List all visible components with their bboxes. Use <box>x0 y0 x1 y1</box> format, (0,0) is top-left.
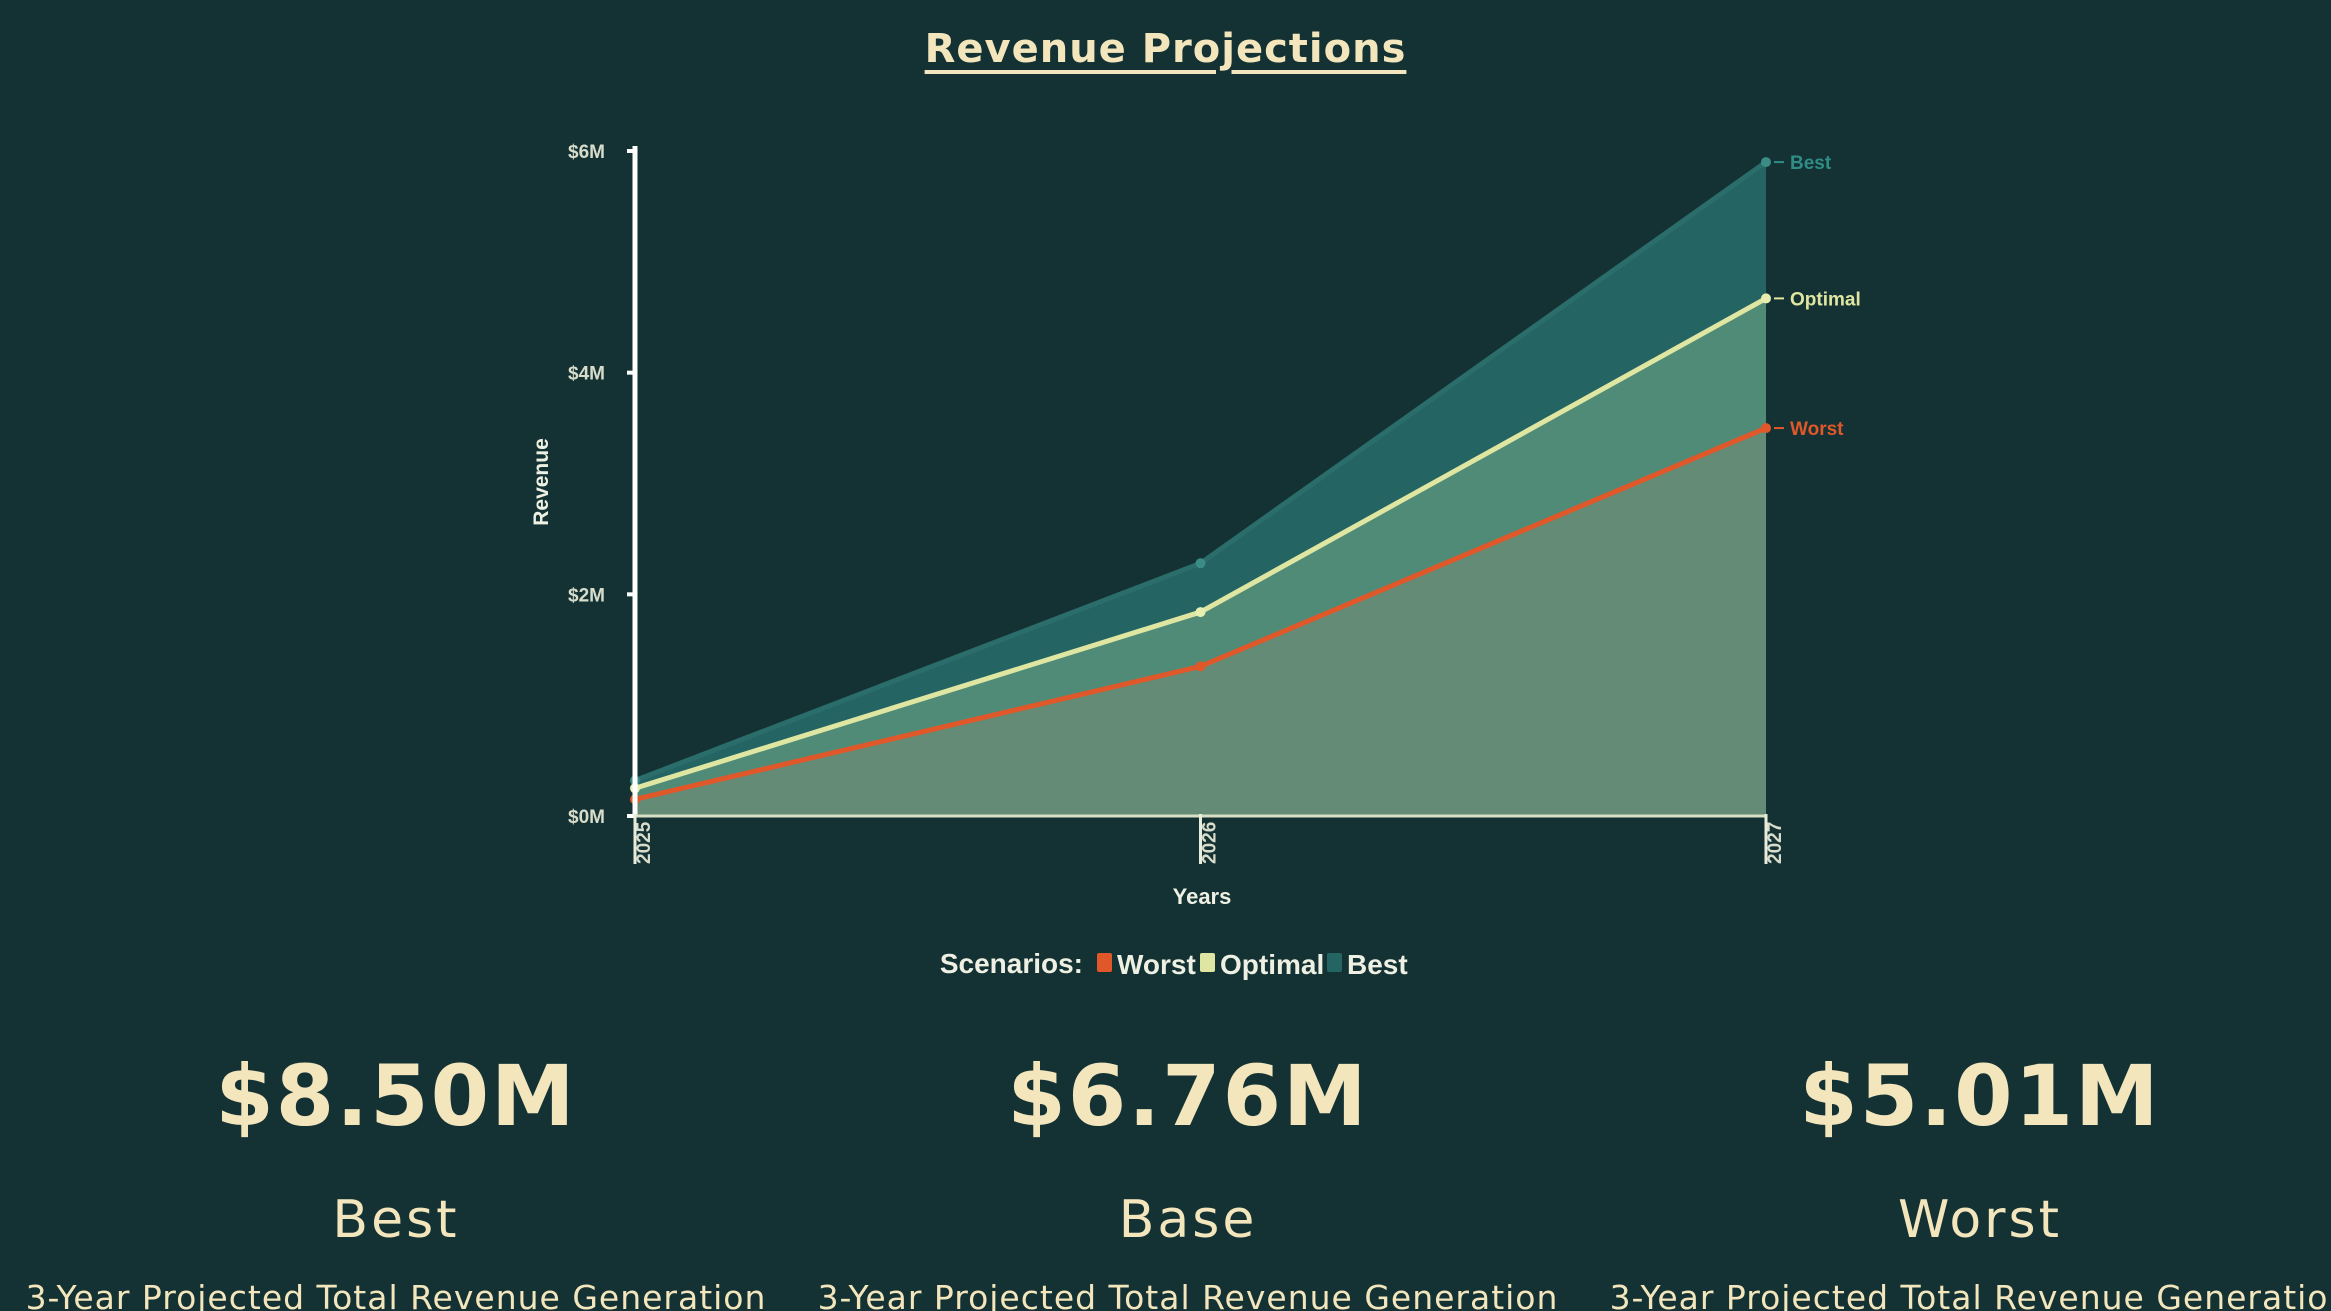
summary-caption-base: 3-Year Projected Total Revenue Generatio… <box>817 1278 1559 1311</box>
x-tick-label: 2025 <box>634 821 655 864</box>
point-optimal-2026 <box>1195 607 1206 618</box>
summary-label-base: Base <box>1118 1190 1258 1250</box>
legend-swatch-best <box>1327 953 1342 972</box>
end-label-worst: Worst <box>1790 419 1844 440</box>
x-axis-ticks: 2025 2026 2027 <box>633 814 1786 864</box>
point-worst-2026 <box>1195 661 1206 672</box>
end-label-best: Best <box>1790 153 1832 174</box>
summary-caption-best: 3-Year Projected Total Revenue Generatio… <box>25 1278 767 1311</box>
point-best-2027 <box>1761 157 1771 168</box>
y-tick-label: $4M <box>568 364 605 385</box>
legend-item-worst: Worst <box>1117 949 1196 980</box>
x-axis-title: Years <box>1173 884 1232 909</box>
series-end-labels: Best Optimal Worst <box>1774 153 1861 440</box>
y-axis-ticks: $0M $2M $4M $6M <box>568 142 635 828</box>
y-tick-label: $6M <box>568 142 605 163</box>
legend: Scenarios: Worst Optimal Best <box>940 948 1408 980</box>
point-optimal-2027 <box>1761 293 1771 304</box>
summary-value-best: $8.50M <box>215 1047 577 1145</box>
legend-swatch-optimal <box>1200 953 1215 972</box>
summary-label-worst: Worst <box>1897 1190 2063 1250</box>
point-best-2026 <box>1195 558 1206 569</box>
legend-title: Scenarios: <box>940 948 1083 979</box>
end-label-optimal: Optimal <box>1790 289 1861 310</box>
y-tick-label: $0M <box>568 807 605 828</box>
summary-label-best: Best <box>332 1190 460 1250</box>
point-worst-2027 <box>1761 423 1771 434</box>
x-tick-label: 2026 <box>1200 822 1221 864</box>
y-axis-title: Revenue <box>530 438 553 526</box>
legend-item-best: Best <box>1347 949 1408 980</box>
x-tick-label: 2027 <box>1765 822 1786 864</box>
summary-value-base: $6.76M <box>1007 1047 1369 1145</box>
summary-value-worst: $5.01M <box>1799 1047 2161 1145</box>
y-tick-label: $2M <box>568 585 605 606</box>
revenue-dashboard: Revenue Projections $0M $2M $4M $6M 2025 202… <box>0 0 2331 1311</box>
summary-caption-worst: 3-Year Projected Total Revenue Generatio… <box>1609 1278 2331 1311</box>
legend-item-optimal: Optimal <box>1220 949 1324 980</box>
legend-swatch-worst <box>1097 953 1112 972</box>
